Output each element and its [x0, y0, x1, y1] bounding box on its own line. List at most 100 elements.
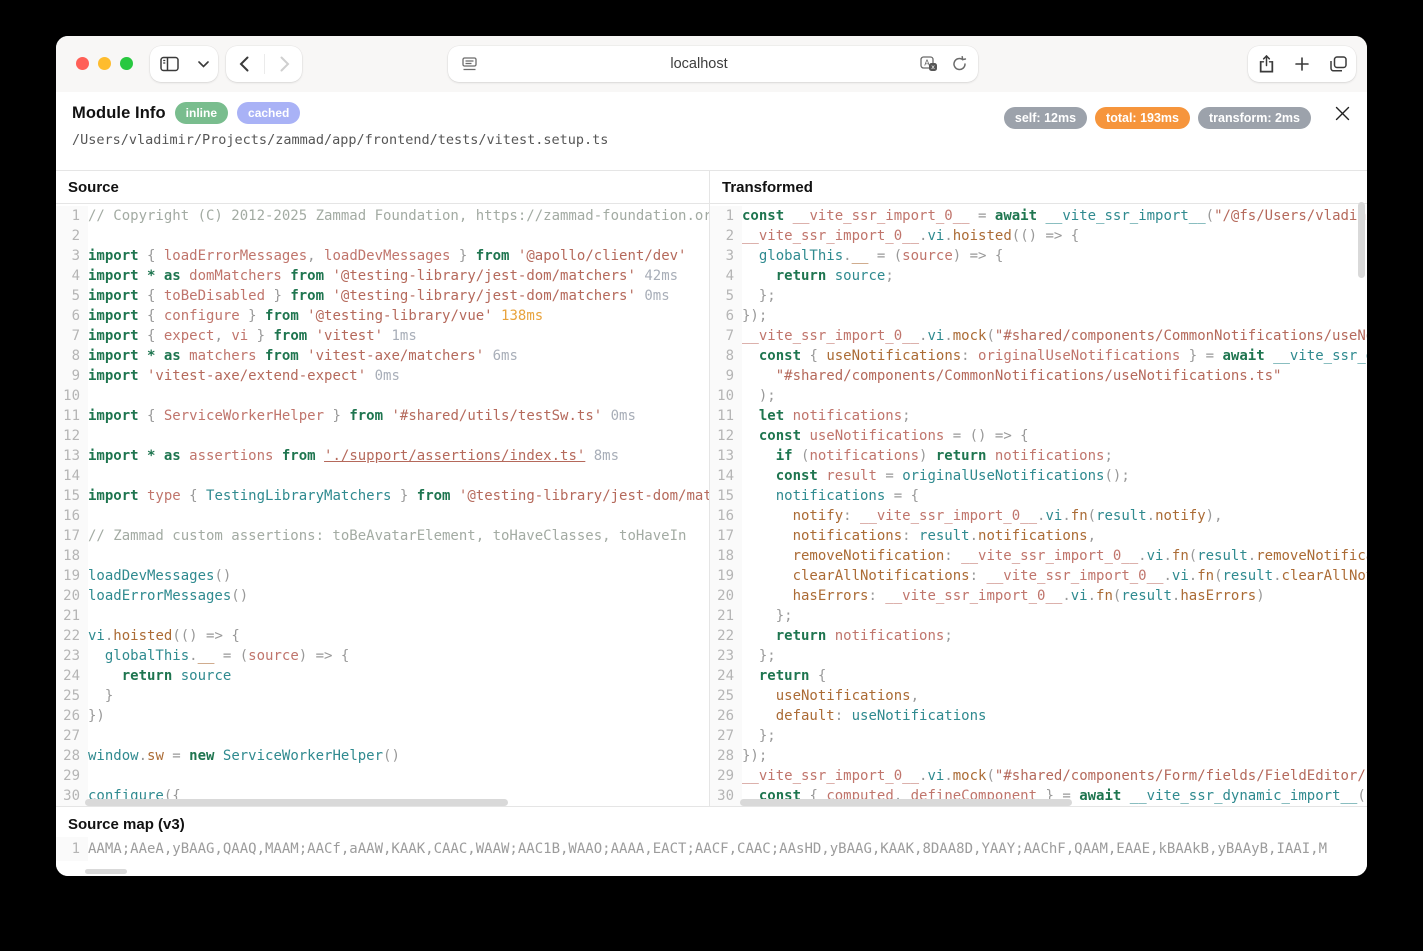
module-info-header: Module Info inline cached [72, 102, 300, 124]
sourcemap-title: Source map (v3) [56, 807, 1367, 837]
line-number: 6 [56, 306, 88, 326]
code-token: (() => { [1012, 228, 1079, 244]
code-token: ) => { [299, 648, 350, 664]
code-token: result [1223, 568, 1274, 584]
code-line: 16 [56, 506, 709, 526]
code-line: 12 const useNotifications = () => { [710, 426, 1367, 446]
code-token: }; [742, 728, 776, 744]
code-token: from [290, 288, 324, 304]
line-number: 2 [710, 226, 742, 246]
code-token: loadErrorMessages [88, 588, 231, 604]
code-token [742, 708, 776, 724]
source-horizontal-scrollbar[interactable] [85, 799, 508, 806]
line-number: 13 [710, 446, 742, 466]
chevron-down-icon[interactable] [192, 47, 214, 81]
code-token [742, 508, 793, 524]
line-number: 9 [56, 366, 88, 386]
code-token: loadErrorMessages [164, 248, 307, 264]
code-token: vi [1045, 508, 1062, 524]
share-icon[interactable] [1251, 47, 1281, 81]
line-number: 16 [56, 506, 88, 526]
code-line: 17 notifications: result.notifications, [710, 526, 1367, 546]
close-icon[interactable] [1329, 100, 1355, 126]
code-token: { [809, 668, 826, 684]
code-token: notifications [826, 628, 944, 644]
code-token: const [776, 468, 818, 484]
page-title: Module Info [72, 104, 166, 123]
code-token: import [88, 288, 139, 304]
line-number: 26 [56, 706, 88, 726]
code-token: "#shared/components/Form/fields/FieldEdi… [995, 768, 1367, 784]
code-token: }; [742, 608, 793, 624]
sidebar-icon[interactable] [154, 47, 184, 81]
code-token: return [776, 268, 827, 284]
code-line: 17// Zammad custom assertions: toBeAvata… [56, 526, 709, 546]
address-bar[interactable]: localhost A x [448, 46, 978, 82]
code-token: globalThis [759, 248, 843, 264]
translate-icon[interactable]: A x [914, 47, 944, 81]
forward-button[interactable] [270, 47, 300, 81]
code-token: import [88, 328, 139, 344]
tab-overview-icon[interactable] [1323, 47, 1353, 81]
code-token: } [391, 488, 416, 504]
code-token: // Zammad custom assertions: toBeAvatarE… [88, 528, 686, 544]
code-token [88, 668, 122, 684]
code-token: __vite_ssr_import_0__ [986, 568, 1163, 584]
code-line: 11 let notifications; [710, 406, 1367, 426]
code-token: source [248, 648, 299, 664]
code-token: from [349, 408, 383, 424]
code-token: { [139, 248, 164, 264]
code-token [742, 588, 793, 604]
transformed-vertical-scrollbar[interactable] [1358, 202, 1365, 278]
code-token: , [911, 688, 919, 704]
code-line: 3 globalThis.__ = (source) => { [710, 246, 1367, 266]
code-line: 29__vite_ssr_import_0__.vi.mock("#shared… [710, 766, 1367, 786]
line-number: 22 [56, 626, 88, 646]
minimize-window-button[interactable] [98, 57, 111, 70]
line-number: 8 [710, 346, 742, 366]
code-token: } [450, 248, 475, 264]
code-token [742, 528, 793, 544]
line-number: 9 [710, 366, 742, 386]
line-number: 15 [56, 486, 88, 506]
line-number: 14 [710, 466, 742, 486]
code-token: . [1163, 548, 1171, 564]
reader-icon[interactable] [454, 47, 484, 81]
code-token: , [307, 248, 324, 264]
code-token: } [265, 288, 290, 304]
code-line: 26}) [56, 706, 709, 726]
code-token: assertions [181, 448, 274, 464]
code-token: let [759, 408, 784, 424]
code-token: , [1088, 528, 1096, 544]
assertions-file-link[interactable]: './support/assertions/index.ts' [324, 448, 585, 464]
code-token: loadDevMessages [324, 248, 450, 264]
code-line: 8import * as matchers from 'vitest-axe/m… [56, 346, 709, 366]
code-token: from [476, 248, 510, 264]
code-token: } [240, 308, 265, 324]
code-token: domMatchers [181, 268, 282, 284]
code-line: 3import { loadErrorMessages, loadDevMess… [56, 246, 709, 266]
sourcemap-horizontal-scrollbar[interactable] [85, 869, 127, 874]
line-number: 23 [56, 646, 88, 666]
code-line: 10 ); [710, 386, 1367, 406]
line-number: 10 [56, 386, 88, 406]
reload-icon[interactable] [944, 47, 974, 81]
back-button[interactable] [229, 47, 259, 81]
code-token: __vite_ssr_dynamic_import__ [1265, 348, 1367, 364]
new-tab-icon[interactable] [1287, 47, 1317, 81]
close-window-button[interactable] [76, 57, 89, 70]
code-token: new [189, 748, 214, 764]
code-token [88, 648, 105, 664]
code-token: ( [1189, 548, 1197, 564]
code-token: vi [1172, 568, 1189, 584]
code-token: removeNotification [793, 548, 945, 564]
code-token: . [944, 328, 952, 344]
zoom-window-button[interactable] [120, 57, 133, 70]
code-token: ), [1206, 508, 1223, 524]
line-number: 24 [710, 666, 742, 686]
code-line: 25 } [56, 686, 709, 706]
transformed-horizontal-scrollbar[interactable] [740, 799, 1072, 806]
code-token: '@testing-library/vue' [299, 308, 493, 324]
code-token: clearAllNotifications [1282, 568, 1367, 584]
code-line: 28}); [710, 746, 1367, 766]
